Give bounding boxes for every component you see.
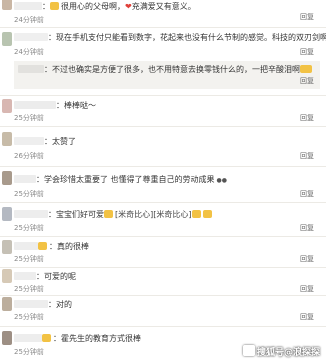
username[interactable] — [14, 334, 42, 342]
username[interactable] — [14, 137, 44, 145]
emoji-icon — [50, 2, 59, 10]
comment-time: 25分钟前 — [14, 285, 44, 293]
comment-item: ：真的很棒 25分钟前 回复 — [0, 239, 326, 267]
comment-time: 25分钟前 — [14, 348, 44, 356]
reply-button[interactable]: 回复 — [300, 223, 314, 233]
comment-item: ：棒棒哒～ 25分钟前 回复 — [0, 98, 326, 126]
comment-text: ：真的很棒 — [14, 241, 89, 252]
emoji-icon — [300, 65, 312, 73]
comment-time: 25分钟前 — [14, 313, 44, 321]
emoji-icon — [202, 210, 212, 218]
reply-button[interactable]: 回复 — [300, 76, 314, 86]
username[interactable] — [14, 33, 48, 41]
emoji-icon — [191, 210, 201, 218]
avatar[interactable] — [2, 297, 12, 311]
comment-item: ：学会珍惜太重要了 也懂得了尊重自己的劳动成果 ●● 25分钟前 回复 — [0, 168, 326, 202]
sub-reply: ：不过也确实是方便了很多，也不用特意去换零钱什么的，一把辛酸泪啊 回复 — [14, 61, 320, 89]
username[interactable] — [14, 272, 36, 280]
username[interactable] — [14, 101, 56, 109]
username[interactable] — [14, 300, 48, 308]
heart-icon: ❤ — [125, 2, 132, 11]
comment-time: 24分钟前 — [14, 16, 44, 24]
comment-time: 25分钟前 — [14, 190, 44, 198]
comment-text: ：对的 — [14, 299, 72, 310]
comment-text: ：很用心的父母啊，❤充满爱又有意义。 — [14, 1, 196, 12]
divider — [0, 95, 326, 96]
avatar[interactable] — [2, 269, 12, 283]
avatar[interactable] — [2, 0, 12, 10]
comment-time: 24分钟前 — [14, 48, 44, 56]
comment-text: ：宝宝们好可爱 [米奇比心][米奇比心] — [14, 209, 214, 220]
divider — [0, 202, 326, 203]
reply-button[interactable]: 回复 — [300, 254, 314, 264]
reply-button[interactable]: 回复 — [300, 189, 314, 199]
reply-button[interactable]: 回复 — [300, 284, 314, 294]
comment-time: 25分钟前 — [14, 114, 44, 122]
comment-text: ：可爱的呢 — [14, 271, 76, 282]
divider — [0, 236, 326, 237]
username[interactable] — [14, 242, 38, 250]
comment-time: 25分钟前 — [14, 224, 44, 232]
comment-item: ：很用心的父母啊，❤充满爱又有意义。 24分钟前 回复 — [0, 0, 326, 26]
avatar[interactable] — [2, 32, 12, 46]
sub-reply-text: ：不过也确实是方便了很多，也不用特意去换零钱什么的，一把辛酸泪啊 — [18, 64, 314, 75]
username[interactable] — [14, 2, 42, 10]
comment-text: ：学会珍惜太重要了 也懂得了尊重自己的劳动成果 ●● — [14, 174, 227, 186]
username[interactable] — [14, 175, 36, 183]
avatar[interactable] — [2, 99, 12, 113]
comment-text: ：棒棒哒～ — [14, 100, 96, 111]
divider — [0, 326, 326, 327]
comment-text: ：现在手机支付只能看到数字，花起来也没有什么节制的感觉。科技的双刃剑啊 — [14, 32, 326, 43]
divider — [0, 126, 326, 127]
comment-item: ：太赞了 26分钟前 回复 — [0, 130, 326, 164]
username[interactable] — [14, 210, 48, 218]
comment-text: ：霍先生的教育方式很棒 — [14, 333, 141, 344]
emoji-icon — [104, 210, 113, 218]
divider — [0, 27, 326, 28]
avatar[interactable] — [2, 132, 12, 146]
comment-item: ：现在手机支付只能看到数字，花起来也没有什么节制的感觉。科技的双刃剑啊 24分钟… — [0, 30, 326, 60]
avatar[interactable] — [2, 207, 12, 221]
reply-button[interactable]: 回复 — [300, 312, 314, 322]
divider — [0, 166, 326, 167]
watermark: 搜狐号@浪探探 — [242, 345, 320, 358]
comment-time: 26分钟前 — [14, 152, 44, 160]
emoji-icon: ●● — [214, 177, 227, 184]
emoji-icon — [38, 242, 47, 250]
reply-button[interactable]: 回复 — [300, 47, 314, 57]
comment-time: 25分钟前 — [14, 255, 44, 263]
avatar[interactable] — [2, 240, 12, 254]
username[interactable] — [18, 65, 44, 73]
reply-button[interactable]: 回复 — [300, 151, 314, 161]
sohu-logo-icon — [242, 345, 255, 356]
comment-text: ：太赞了 — [14, 136, 76, 147]
avatar[interactable] — [2, 171, 12, 185]
comment-item: ：宝宝们好可爱 [米奇比心][米奇比心] 25分钟前 回复 — [0, 204, 326, 236]
avatar[interactable] — [2, 331, 12, 345]
comment-item: ：对的 25分钟前 回复 — [0, 296, 326, 326]
comment-item: ：可爱的呢 25分钟前 回复 — [0, 268, 326, 296]
reply-button[interactable]: 回复 — [300, 12, 314, 22]
reply-button[interactable]: 回复 — [300, 113, 314, 123]
comment-feed: ：很用心的父母啊，❤充满爱又有意义。 24分钟前 回复 ：现在手机支付只能看到数… — [0, 0, 326, 361]
emoji-icon — [42, 334, 51, 342]
